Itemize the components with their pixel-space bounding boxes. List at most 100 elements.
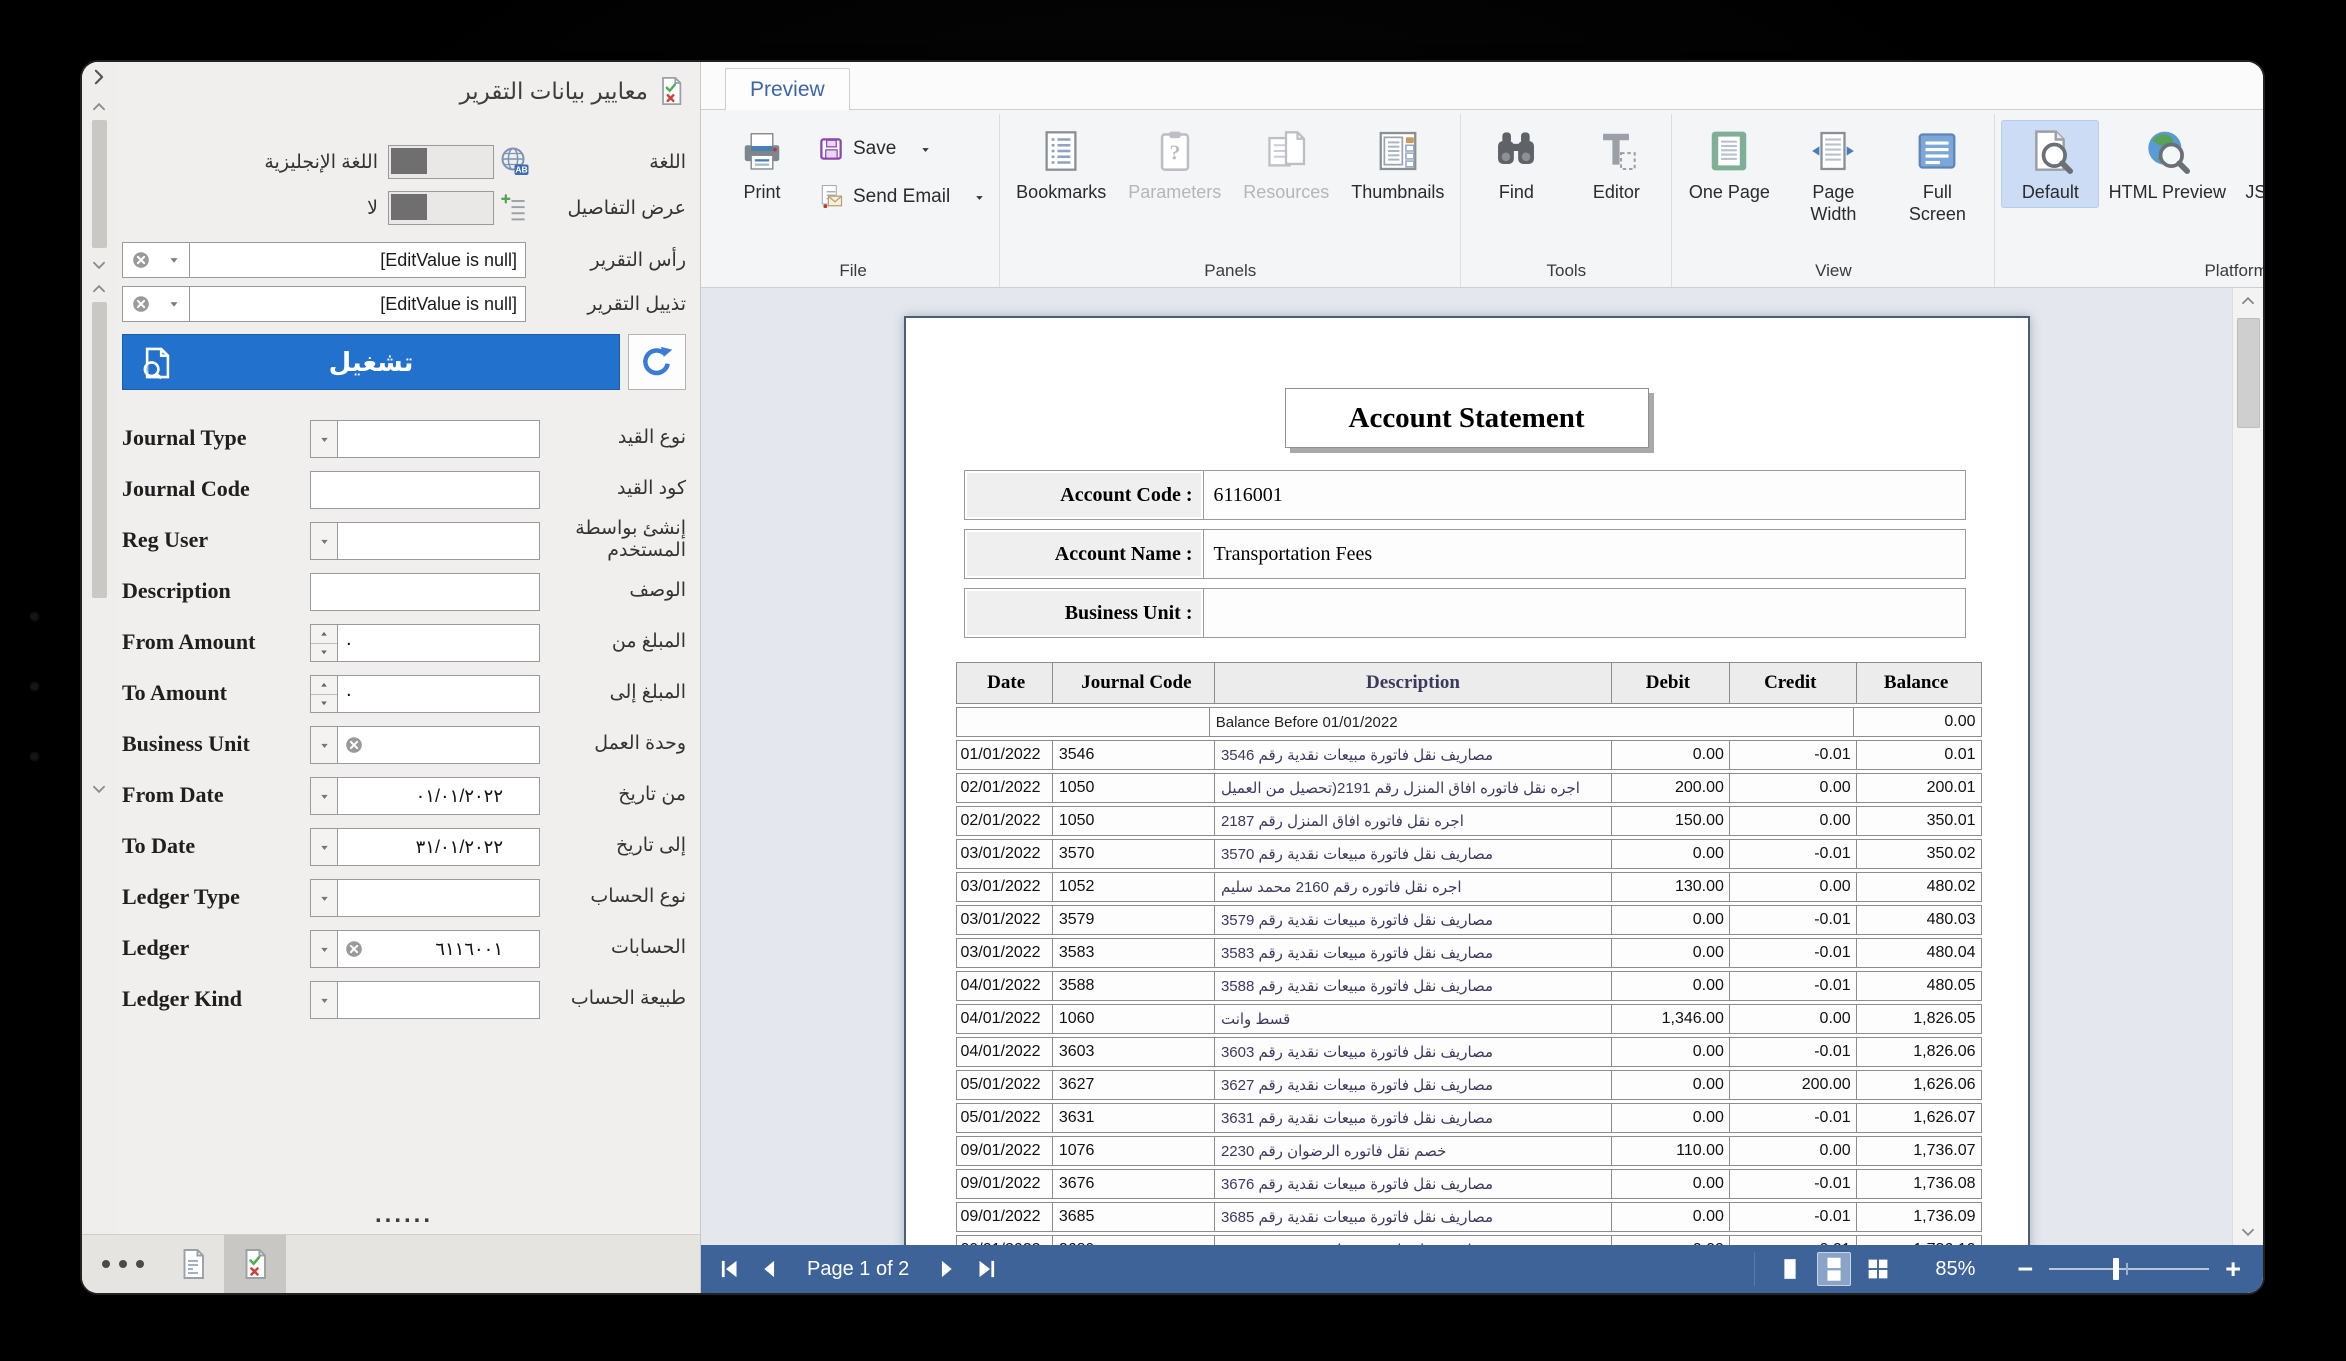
ribbon-group-label: Panels [1006, 259, 1454, 287]
report-header-input[interactable]: [EditValue is null] [190, 242, 526, 278]
dropdown-caret-icon[interactable] [310, 420, 338, 458]
field-input-from-amount[interactable]: ٠ [338, 624, 540, 662]
debit-cell: 0.00 [1611, 840, 1729, 868]
credit-cell: -0.01 [1729, 939, 1856, 967]
zoom-slider-handle[interactable] [2113, 1258, 2119, 1280]
single-page-view-button[interactable] [1773, 1252, 1807, 1286]
button-label: Parameters [1128, 182, 1221, 204]
scroll-up-button[interactable] [87, 278, 111, 300]
default-button[interactable]: Default [2001, 120, 2099, 208]
html-preview-icon [2144, 128, 2190, 174]
parameters-tab-selected[interactable] [224, 1235, 286, 1293]
dropdown-caret-icon[interactable] [310, 777, 338, 815]
scroll-down-button[interactable] [87, 254, 111, 276]
statusbar-separator [1754, 1252, 1755, 1286]
spinner-buttons[interactable] [310, 675, 338, 713]
column-header: Description [1214, 663, 1611, 703]
balance-cell: 1,736.07 [1856, 1137, 1981, 1165]
editor-button[interactable]: Editor [1567, 120, 1665, 208]
field-input-to-amount[interactable]: ٠ [338, 675, 540, 713]
param-row-reg-user: Reg Userإنشئ بواسطة المستخدم [122, 522, 686, 558]
language-toggle[interactable] [388, 145, 494, 179]
param-row-ledger-kind: Ledger Kindطبيعة الحساب [122, 981, 686, 1017]
dropdown-caret-icon[interactable] [167, 297, 181, 311]
menu-caret-icon[interactable] [918, 142, 933, 157]
send-email-button[interactable]: Send Email [817, 178, 987, 216]
bookmarks-button[interactable]: Bookmarks [1006, 120, 1116, 208]
dropdown-caret-icon[interactable] [310, 522, 338, 560]
find-button[interactable]: Find [1467, 120, 1565, 208]
one-page-button[interactable]: One Page [1678, 120, 1780, 208]
panel-splitter-handle[interactable]: ...... [122, 1204, 686, 1234]
two-page-view-button[interactable] [1817, 1252, 1851, 1286]
full-screen-button[interactable]: Full Screen [1886, 120, 1988, 229]
more-panels-button[interactable] [82, 1235, 162, 1293]
dropdown-caret-icon[interactable] [310, 930, 338, 968]
field-input-ledger[interactable]: ٦١١٦٠٠١ [338, 930, 540, 968]
dropdown-caret-icon[interactable] [310, 879, 338, 917]
scroll-up-button[interactable] [2233, 288, 2263, 314]
param-row-business-unit: Business Unitوحدة العمل [122, 726, 686, 762]
zoom-slider[interactable] [2049, 1268, 2209, 1270]
details-toggle[interactable] [388, 191, 494, 225]
column-header: Balance [1856, 663, 1981, 703]
scrollbar-thumb[interactable] [92, 120, 107, 248]
clear-icon[interactable] [344, 735, 364, 755]
field-input-journal-type[interactable] [338, 420, 540, 458]
collapse-panel-button[interactable] [87, 66, 111, 88]
document-map-tab[interactable] [162, 1235, 224, 1293]
button-label: Print [743, 182, 780, 204]
multi-page-view-button[interactable] [1861, 1252, 1895, 1286]
thumbnails-button[interactable]: Thumbnails [1341, 120, 1454, 208]
spinner-buttons[interactable] [310, 624, 338, 662]
field-input-business-unit[interactable] [338, 726, 540, 764]
scroll-down-button[interactable] [87, 778, 111, 800]
field-input-from-date[interactable]: ٠١/٠١/٢٠٢٢ [338, 777, 540, 815]
field-input-ledger-kind[interactable] [338, 981, 540, 1019]
dropdown-caret-icon[interactable] [167, 253, 181, 267]
next-page-button[interactable] [933, 1256, 959, 1282]
table-row: 03/01/20223570مصاريف نقل فاتورة مبيعات ن… [956, 839, 1982, 869]
report-footer-input[interactable]: [EditValue is null] [190, 286, 526, 322]
field-input-to-date[interactable]: ٣١/٠١/٢٠٢٢ [338, 828, 540, 866]
journal-code-cell: 3603 [1052, 1038, 1214, 1066]
refresh-button[interactable] [628, 334, 686, 390]
js-preview-button[interactable]: JS Preview [2235, 120, 2263, 208]
html-preview-button[interactable]: HTML Preview [2101, 120, 2233, 208]
field-label-ar: من تاريخ [540, 784, 686, 806]
clear-icon[interactable] [131, 250, 151, 270]
credit-cell: 0.00 [1729, 774, 1856, 802]
save-button[interactable]: Save [817, 130, 987, 168]
print-button[interactable]: Print [713, 120, 811, 208]
field-input-reg-user[interactable] [338, 522, 540, 560]
scroll-down-button[interactable] [2233, 1219, 2263, 1245]
run-report-button[interactable]: تشغيل [122, 334, 620, 390]
field-input-journal-code[interactable] [310, 471, 540, 509]
last-page-button[interactable] [973, 1256, 999, 1282]
tab-preview[interactable]: Preview [725, 68, 850, 110]
dropdown-caret-icon[interactable] [310, 981, 338, 1019]
date-cell: 03/01/2022 [957, 873, 1052, 901]
clear-icon[interactable] [344, 939, 364, 959]
dropdown-caret-icon[interactable] [310, 726, 338, 764]
scrollbar-thumb[interactable] [2237, 318, 2260, 428]
one-page-icon [1706, 128, 1752, 174]
app-window: معايير بيانات التقرير اللغة الإنجليزية A… [82, 62, 2263, 1293]
panel-header: معايير بيانات التقرير [122, 70, 686, 112]
scrollbar-thumb[interactable] [92, 302, 107, 598]
field-input-description[interactable] [310, 573, 540, 611]
param-row-from-amount: From Amount٠المبلغ من [122, 624, 686, 660]
report-header-buttons [122, 242, 190, 278]
menu-caret-icon[interactable] [972, 190, 987, 205]
first-page-button[interactable] [717, 1256, 743, 1282]
clear-icon[interactable] [131, 294, 151, 314]
credit-cell: -0.01 [1729, 1038, 1856, 1066]
zoom-out-button[interactable]: − [2017, 1256, 2033, 1283]
zoom-in-button[interactable]: + [2225, 1256, 2241, 1283]
page-width-button[interactable]: Page Width [1782, 120, 1884, 229]
previous-page-button[interactable] [757, 1256, 783, 1282]
dropdown-caret-icon[interactable] [310, 828, 338, 866]
page-indicator: Page 1 of 2 [807, 1258, 909, 1281]
scroll-up-button[interactable] [87, 96, 111, 118]
field-input-ledger-type[interactable] [338, 879, 540, 917]
